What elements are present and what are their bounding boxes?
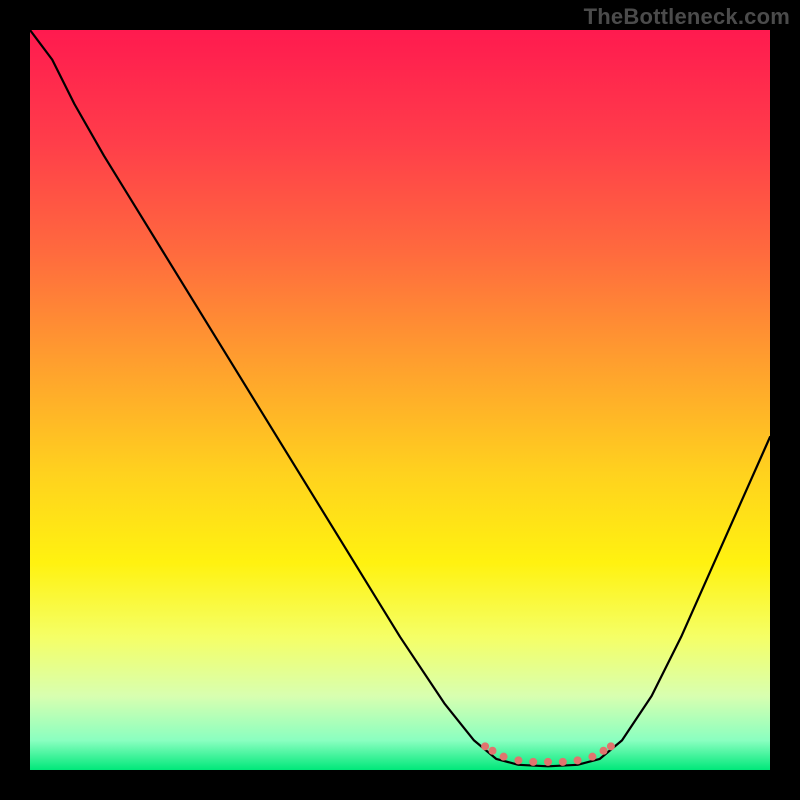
highlight-dot <box>514 756 522 764</box>
highlight-dot <box>500 753 508 761</box>
chart-frame: TheBottleneck.com <box>0 0 800 800</box>
highlight-dot <box>600 747 608 755</box>
highlight-dot <box>529 758 537 766</box>
highlight-dot <box>489 747 497 755</box>
highlight-dot <box>607 742 615 750</box>
highlight-dot <box>544 758 552 766</box>
highlight-dot <box>559 758 567 766</box>
highlight-dot <box>588 753 596 761</box>
plot-svg <box>30 30 770 770</box>
watermark-text: TheBottleneck.com <box>584 4 790 30</box>
highlight-dot <box>574 756 582 764</box>
gradient-background <box>30 30 770 770</box>
plot-area <box>30 30 770 770</box>
highlight-dot <box>481 742 489 750</box>
